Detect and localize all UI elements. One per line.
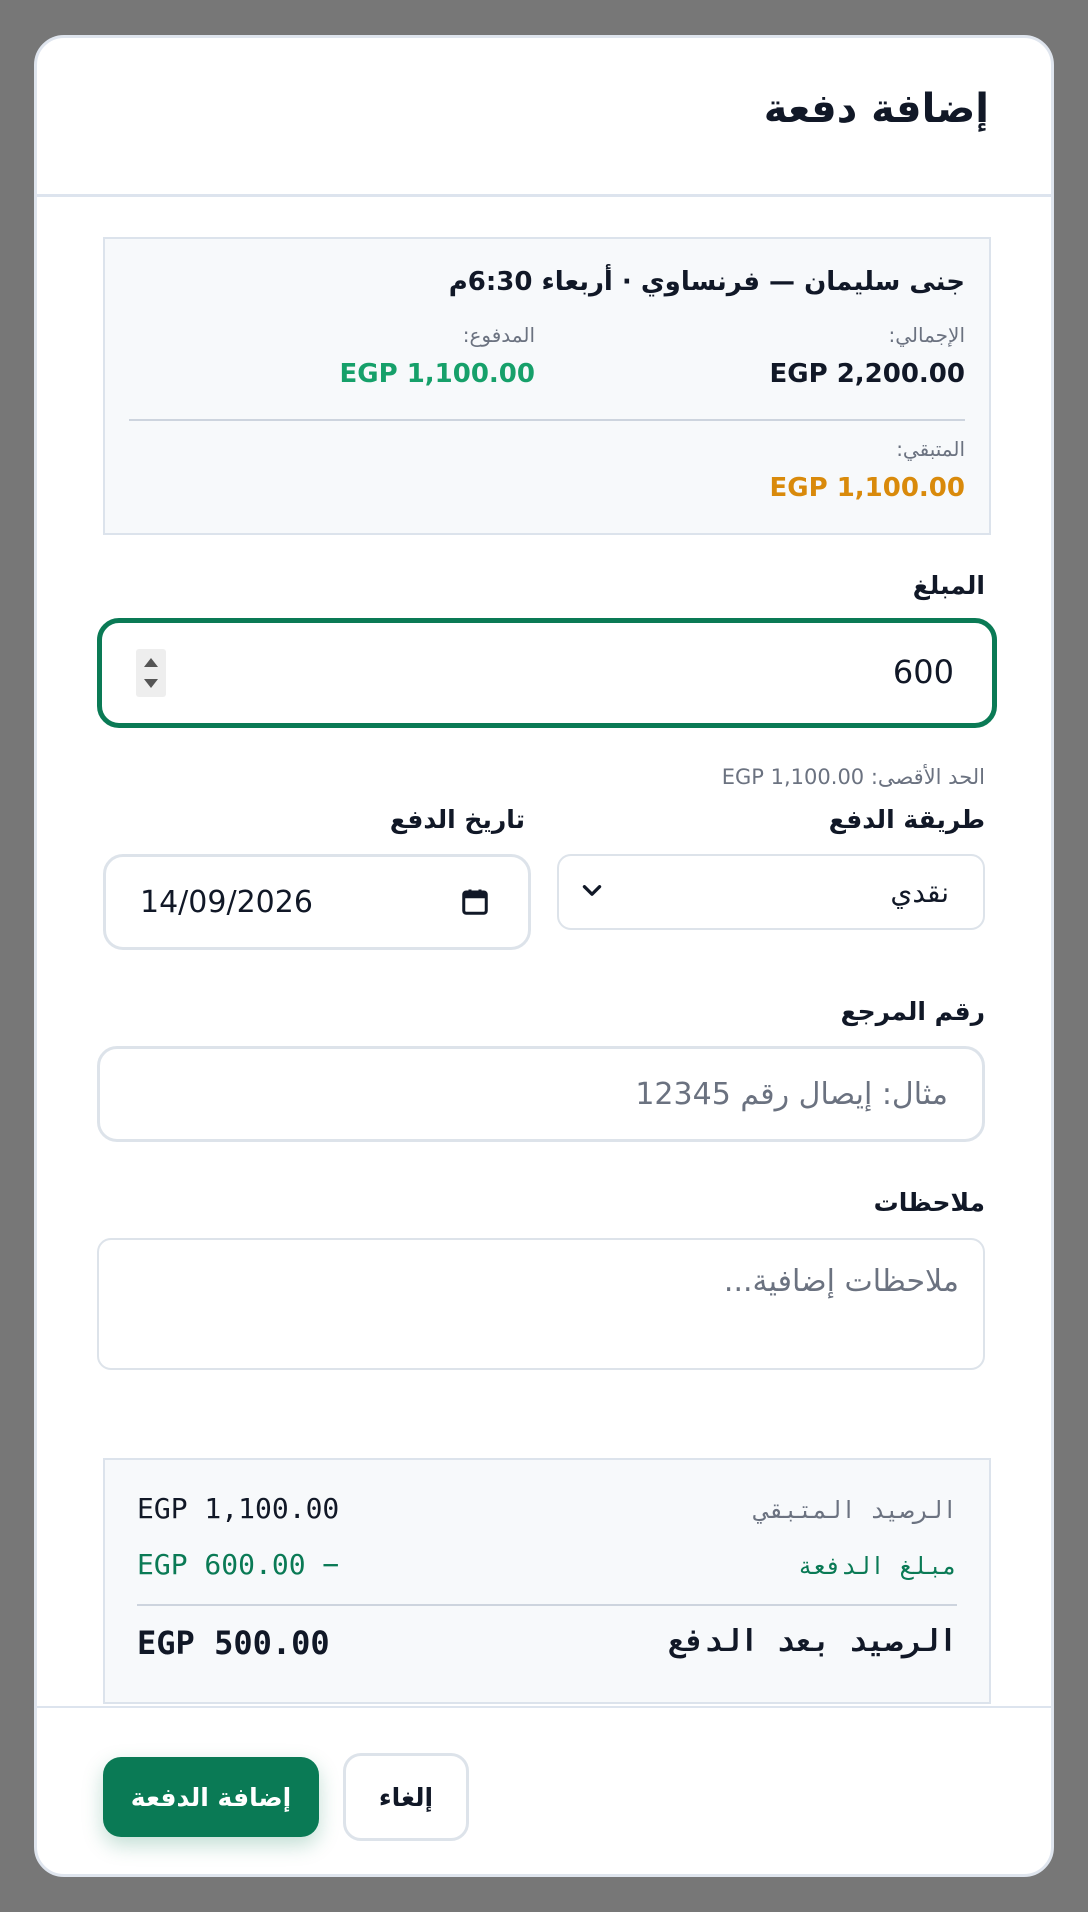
add-payment-modal: إضافة دفعة جنى سليمان — فرنساوي · أربعاء… <box>34 35 1054 1877</box>
calc-divider <box>137 1604 957 1606</box>
balance-calculation: الرصيد المتبقي EGP 1,100.00 مبلغ الدفعة … <box>103 1458 991 1704</box>
spinner-up-icon[interactable] <box>144 658 158 667</box>
payment-date-label: تاريخ الدفع <box>389 805 525 834</box>
payment-method-value: نقدي <box>890 876 949 909</box>
max-hint-label: الحد الأقصى: <box>870 765 985 789</box>
remaining-value: EGP 1,100.00 <box>769 473 965 503</box>
paid-value: EGP 1,100.00 <box>339 359 535 389</box>
payment-summary-card: جنى سليمان — فرنساوي · أربعاء 6:30م الإج… <box>103 237 991 535</box>
add-payment-button[interactable]: إضافة الدفعة <box>103 1757 319 1837</box>
calc-after-label: الرصيد بعد الدفع <box>668 1624 957 1659</box>
modal-title: إضافة دفعة <box>763 86 989 132</box>
amount-max-hint: الحد الأقصى: EGP 1,100.00 <box>722 765 985 789</box>
notes-textarea[interactable]: ملاحظات إضافية... <box>97 1238 985 1370</box>
remaining-label: المتبقي: <box>896 437 965 461</box>
modal-header: إضافة دفعة <box>37 38 1051 197</box>
calc-remaining-label: الرصيد المتبقي <box>754 1496 957 1524</box>
calc-payment-label: مبلغ الدفعة <box>798 1552 957 1580</box>
calc-remaining-value: EGP 1,100.00 <box>137 1492 340 1525</box>
notes-placeholder: ملاحظات إضافية... <box>723 1264 959 1299</box>
cancel-button[interactable]: إلغاء <box>343 1753 469 1841</box>
calc-remaining-row: الرصيد المتبقي EGP 1,100.00 <box>137 1492 957 1532</box>
spinner-down-icon[interactable] <box>144 679 158 688</box>
summary-divider <box>129 419 965 421</box>
paid-label: المدفوع: <box>462 323 535 347</box>
total-value: EGP 2,200.00 <box>769 359 965 389</box>
calc-payment-value: EGP 600.00 − <box>137 1548 340 1581</box>
max-hint-value: EGP 1,100.00 <box>721 765 865 789</box>
student-course-info: جنى سليمان — فرنساوي · أربعاء 6:30م <box>448 267 965 297</box>
amount-input[interactable]: 600 <box>97 618 997 728</box>
amount-value: 600 <box>892 653 954 691</box>
payment-date-value: 14/09/2026 <box>140 885 313 920</box>
calc-after-row: الرصيد بعد الدفع EGP 500.00 <box>137 1624 957 1664</box>
payment-date-input[interactable]: 14/09/2026 <box>103 854 531 950</box>
calc-after-value: EGP 500.00 <box>137 1624 330 1662</box>
amount-label: المبلغ <box>912 571 985 600</box>
reference-label: رقم المرجع <box>840 997 985 1026</box>
payment-method-label: طريقة الدفع <box>828 805 985 834</box>
amount-spinner[interactable] <box>136 649 166 697</box>
chevron-down-icon <box>582 885 602 896</box>
notes-label: ملاحظات <box>873 1188 985 1217</box>
reference-placeholder: مثال: إيصال رقم 12345 <box>635 1077 948 1112</box>
payment-method-select[interactable]: نقدي <box>557 854 985 930</box>
total-label: الإجمالي: <box>888 323 965 347</box>
calendar-icon[interactable] <box>460 886 490 918</box>
calc-payment-row: مبلغ الدفعة EGP 600.00 − <box>137 1548 957 1588</box>
reference-input[interactable]: مثال: إيصال رقم 12345 <box>97 1046 985 1142</box>
